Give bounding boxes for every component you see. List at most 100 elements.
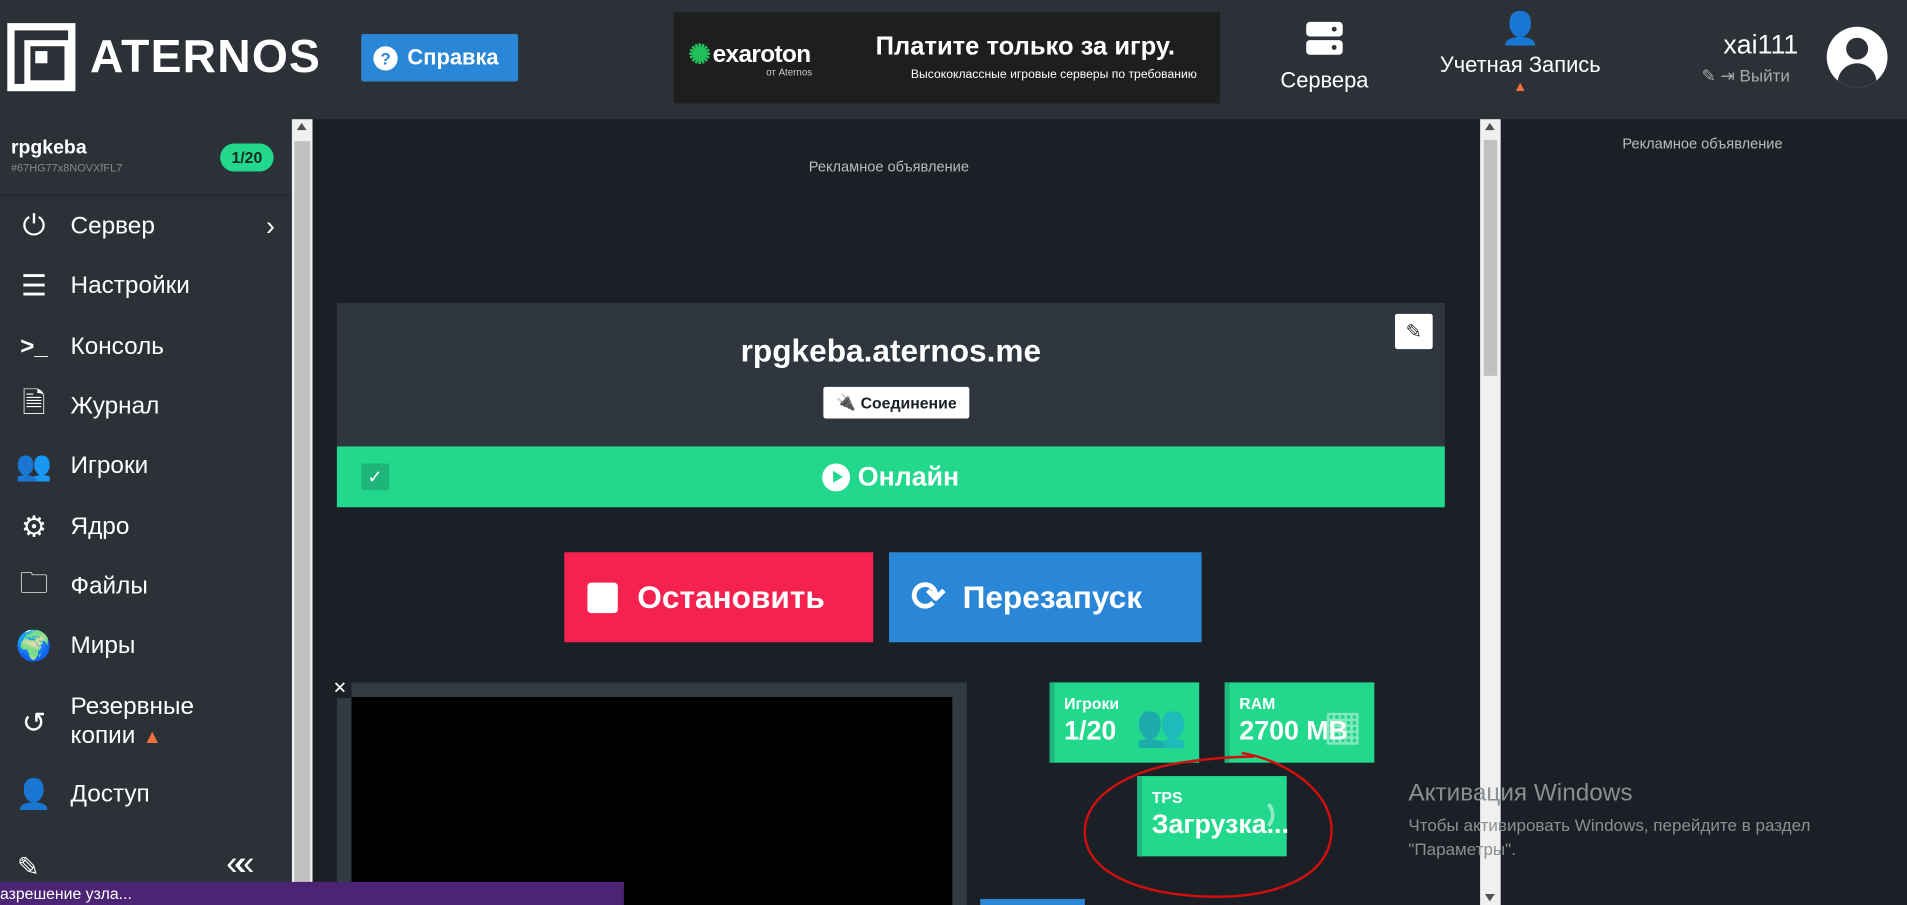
status-bar: ✓ Онлайн [336, 446, 1445, 508]
sidebar-footer: ✎ «« [0, 844, 292, 883]
nav-servers[interactable]: Сервера [1277, 21, 1372, 94]
terminal-icon: >_ [20, 332, 48, 360]
user-cog-icon: 👤 [1500, 9, 1540, 47]
stop-button[interactable]: Остановить [564, 552, 874, 643]
banner-brand-sub: от Aternos [766, 66, 813, 78]
user-lock-icon: 👤 [15, 777, 53, 811]
top-header: ATERNOS ? Справка ✺ exaroton от Aternos … [0, 0, 1907, 120]
video-ad-box [336, 682, 967, 905]
scroll-up-icon[interactable] [1484, 122, 1495, 131]
user-links: ✎ ⇥ Выйти [1701, 66, 1789, 87]
connect-label: Соединение [860, 393, 957, 412]
scroll-down-icon[interactable] [1484, 894, 1495, 902]
memory-icon: ▦ [1323, 703, 1363, 750]
logout-link[interactable]: Выйти [1739, 66, 1789, 85]
power-icon: ⏻ [22, 209, 46, 243]
username: xai111 [1723, 29, 1799, 60]
player-count-badge: 1/20 [220, 143, 274, 172]
video-ad-frame[interactable] [351, 696, 953, 905]
blue-tag[interactable] [980, 898, 1085, 905]
question-icon: ? [373, 45, 398, 70]
scrollbar-thumb[interactable] [294, 141, 311, 903]
sidebar-item-label: Доступ [70, 780, 150, 808]
stop-icon [587, 582, 618, 613]
close-icon[interactable]: ✕ [328, 676, 352, 699]
sidebar-item-players[interactable]: 👥 Игроки [0, 439, 292, 493]
scroll-up-icon[interactable] [296, 122, 307, 131]
sidebar-item-log[interactable]: 🗎 Журнал [0, 380, 292, 434]
restart-label: Перезапуск [962, 578, 1143, 615]
status-label: Онлайн [857, 461, 960, 492]
sidebar-item-label: Ядро [70, 512, 130, 540]
server-card: ✎ rpgkeba.aternos.me 🔌 Соединение [336, 302, 1445, 447]
warning-icon: ▲ [1513, 77, 1528, 95]
sidebar-server-header[interactable]: rpgkeba #67HG77x8NOVXfFL7 1/20 [0, 119, 292, 196]
red-circle-annotation [1083, 751, 1333, 898]
sidebar-item-worlds[interactable]: 🌍 Миры [0, 619, 292, 673]
nav-servers-label: Сервера [1280, 68, 1369, 93]
sidebar-item-backups[interactable]: ↺ Резервные копии ▲ [0, 691, 292, 754]
status-text: Онлайн [337, 446, 1445, 507]
sidebar-item-access[interactable]: 👤 Доступ [0, 768, 292, 822]
banner-brand: ✺ exaroton [688, 38, 811, 70]
sidebar-item-label: Миры [70, 631, 136, 659]
windows-activation-text: Чтобы активировать Windows, перейдите в … [1408, 814, 1811, 859]
history-icon: ↺ [21, 706, 47, 739]
nav-account[interactable]: 👤 Учетная Запись ▲ [1435, 10, 1605, 95]
users-icon: 👥 [1135, 703, 1188, 750]
ad-label: Рекламное объявление [1622, 135, 1783, 153]
server-icon [1306, 21, 1343, 56]
windows-activation-title: Активация Windows [1408, 779, 1633, 807]
warning-icon: ▲ [142, 727, 162, 749]
aternos-logo[interactable]: ATERNOS [7, 23, 322, 92]
exaroton-logo-icon: ✺ [688, 38, 711, 70]
sliders-icon: ☰ [20, 269, 48, 303]
restart-button[interactable]: ⟳ Перезапуск [889, 552, 1202, 643]
file-icon: 🗎 [22, 386, 46, 420]
browser-status-bar: азрешение узла... [0, 881, 624, 905]
server-address: rpgkeba.aternos.me [740, 332, 1042, 369]
scrollbar-thumb[interactable] [1483, 139, 1498, 376]
ad-label: Рекламное объявление [808, 158, 969, 176]
banner-title: Платите только за игру. [875, 32, 1176, 61]
globe-icon: 🌍 [15, 629, 53, 663]
users-icon: 👥 [15, 449, 53, 483]
sidebar-item-label: Консоль [70, 332, 164, 360]
sidebar-item-files[interactable]: 🗀 Файлы [0, 560, 292, 614]
sidebar-server-name: rpgkeba [10, 137, 87, 159]
sidebar: rpgkeba #67HG77x8NOVXfFL7 1/20 ⏻ Сервер … [0, 119, 292, 905]
nav-account-label: Учетная Запись [1439, 52, 1601, 77]
aternos-page: ATERNOS ? Справка ✺ exaroton от Aternos … [0, 0, 1907, 905]
avatar[interactable] [1826, 26, 1888, 88]
gears-icon: ⚙ [20, 510, 48, 544]
logo-text: ATERNOS [89, 31, 322, 83]
sidebar-item-label: Сервер [70, 212, 155, 240]
chevron-right-icon: › [265, 210, 275, 241]
sidebar-item-core[interactable]: ⚙ Ядро [0, 500, 292, 554]
banner-desc: Высококлассные игровые серверы по требов… [910, 68, 1197, 82]
sidebar-item-label: Игроки [70, 451, 149, 479]
pencil-icon[interactable]: ✎ [17, 851, 39, 883]
connect-button[interactable]: 🔌 Соединение [823, 386, 970, 419]
sidebar-item-label: Файлы [70, 572, 148, 600]
sidebar-item-settings[interactable]: ☰ Настройки [0, 259, 292, 313]
exaroton-banner[interactable]: ✺ exaroton от Aternos Платите только за … [673, 12, 1220, 104]
sidebar-item-label: Журнал [70, 392, 160, 420]
logout-icon: ⇥ [1720, 65, 1735, 86]
restart-icon: ⟳ [910, 574, 946, 621]
help-label: Справка [407, 45, 499, 70]
stop-label: Остановить [637, 578, 825, 615]
sidebar-item-label: Резервные копии ▲ [70, 693, 195, 750]
folder-icon: 🗀 [19, 566, 49, 600]
play-circle-icon [822, 462, 851, 491]
sidebar-server-id: #67HG77x8NOVXfFL7 [10, 161, 123, 174]
sidebar-item-console[interactable]: >_ Консоль [0, 320, 292, 374]
logo-mark-icon [7, 23, 76, 92]
help-button[interactable]: ? Справка [361, 34, 519, 82]
plug-icon: 🔌 [836, 392, 856, 412]
sidebar-item-label: Настройки [70, 271, 190, 299]
pencil-icon[interactable]: ✎ [1701, 66, 1715, 85]
collapse-sidebar-icon[interactable]: «« [226, 844, 254, 883]
sidebar-item-server[interactable]: ⏻ Сервер › [0, 199, 292, 253]
sidebar-scrollbar[interactable] [291, 119, 313, 905]
